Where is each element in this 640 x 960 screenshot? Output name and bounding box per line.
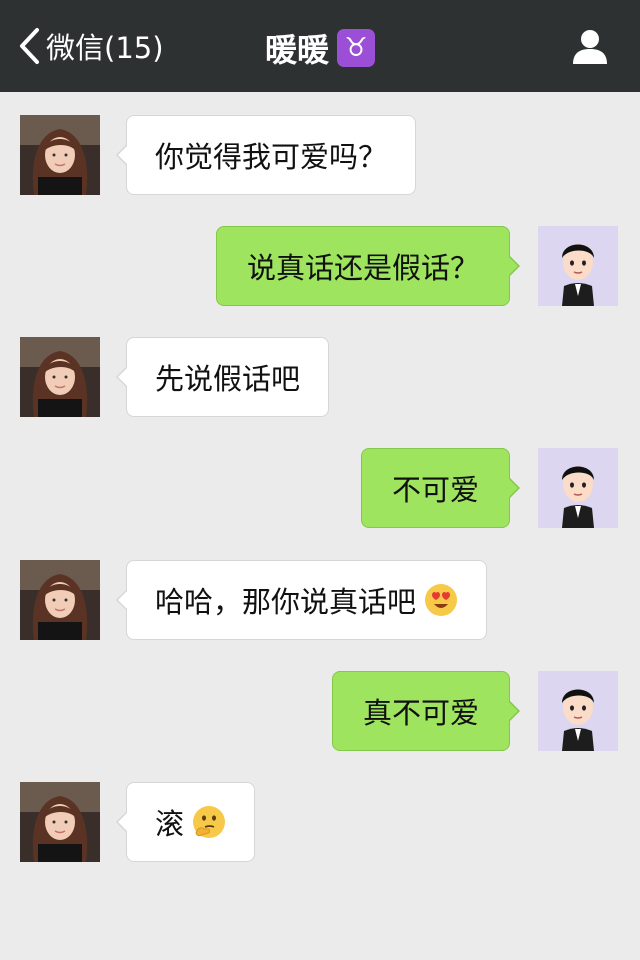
heart-eyes-emoji-icon <box>424 583 458 617</box>
person-icon <box>573 30 607 64</box>
contact-avatar[interactable] <box>20 115 100 195</box>
chat-title: 暖暖 ♉ <box>0 24 640 72</box>
taurus-icon: ♉ <box>337 29 375 67</box>
message-text: 哈哈，那你说真话吧 <box>155 585 417 619</box>
contact-avatar[interactable] <box>20 337 100 417</box>
incoming-message-bubble[interactable]: 你觉得我可爱吗？ <box>115 115 417 195</box>
message-text: 先说假话吧 <box>155 362 301 396</box>
message-text: 说真话还是假话？ <box>246 251 479 285</box>
incoming-message-bubble[interactable]: 先说假话吧 <box>115 337 330 417</box>
my-avatar[interactable] <box>538 226 618 306</box>
contact-avatar[interactable] <box>20 782 100 862</box>
message-row: 滚 <box>0 782 640 866</box>
incoming-message-bubble[interactable]: 滚 <box>115 782 256 862</box>
message-text: 滚 <box>155 807 185 841</box>
outgoing-message-bubble[interactable]: 真不可爱 <box>331 671 521 751</box>
message-row: 哈哈，那你说真话吧 <box>0 560 640 644</box>
my-avatar[interactable] <box>538 671 618 751</box>
contact-name: 暖暖 <box>264 31 329 69</box>
message-row: 说真话还是假话？ <box>0 226 640 310</box>
thinking-emoji-icon <box>192 805 226 839</box>
message-row: 你觉得我可爱吗？ <box>0 115 640 199</box>
navigation-bar: 微信(15) 暖暖 ♉ <box>0 0 640 92</box>
outgoing-message-bubble[interactable]: 不可爱 <box>360 448 521 528</box>
outgoing-message-bubble[interactable]: 说真话还是假话？ <box>215 226 521 306</box>
message-text: 真不可爱 <box>362 696 479 730</box>
incoming-message-bubble[interactable]: 哈哈，那你说真话吧 <box>115 560 488 640</box>
message-text: 你觉得我可爱吗？ <box>155 140 388 174</box>
chat-info-button[interactable] <box>570 26 610 66</box>
message-row: 不可爱 <box>0 448 640 532</box>
message-row: 真不可爱 <box>0 671 640 755</box>
message-row: 先说假话吧 <box>0 337 640 421</box>
my-avatar[interactable] <box>538 448 618 528</box>
contact-avatar[interactable] <box>20 560 100 640</box>
message-text: 不可爱 <box>391 473 479 507</box>
